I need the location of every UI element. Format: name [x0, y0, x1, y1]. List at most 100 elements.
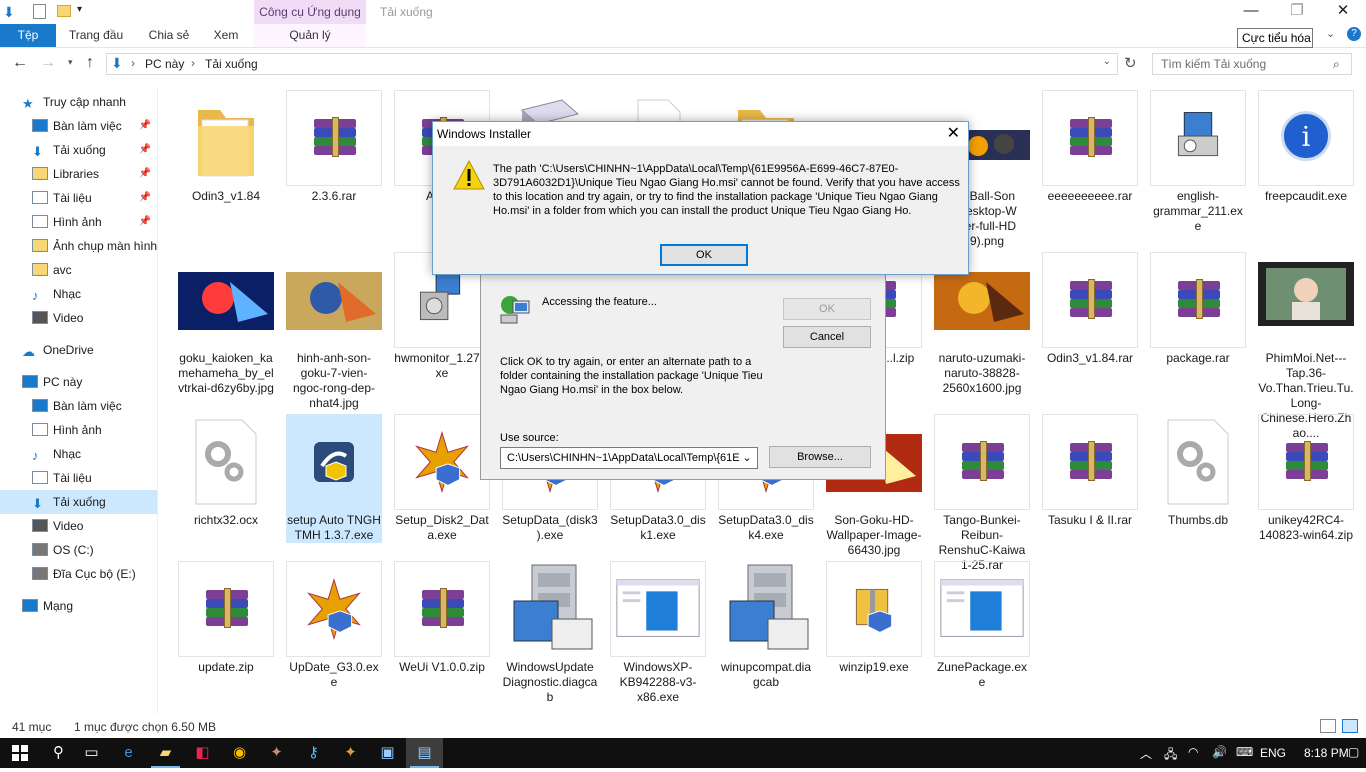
file-item[interactable]: winzip19.exe — [826, 561, 922, 675]
file-item[interactable]: WindowsXP-KB942288-v3-x86.exe — [610, 561, 706, 705]
breadcrumb-this-pc[interactable]: PC này — [145, 57, 184, 71]
game-2-icon[interactable]: ✦ — [332, 738, 369, 768]
ribbon-expand-icon[interactable]: ⌄ — [1326, 27, 1335, 40]
up-arrow-icon[interactable]: ↑ — [86, 54, 94, 72]
file-item[interactable]: setup Auto TNGH TMH 1.3.7.exe — [286, 414, 382, 543]
file-item[interactable]: Odin3_v1.84 — [178, 90, 274, 204]
sidebar-item[interactable]: avc — [0, 258, 157, 282]
chevron-right-icon[interactable]: › — [131, 56, 135, 70]
sidebar-item[interactable]: Mạng — [0, 594, 157, 618]
dialog-close-icon[interactable]: ✕ — [947, 124, 960, 144]
quick-access-download-icon[interactable]: ⬇ — [3, 4, 15, 21]
tab-home[interactable]: Trang đầu — [60, 24, 132, 47]
minimize-button[interactable]: — — [1228, 0, 1274, 24]
properties-icon[interactable] — [33, 4, 46, 19]
network-icon[interactable]: 🖧 — [1164, 745, 1177, 766]
task-view-icon[interactable]: ▭ — [73, 738, 110, 768]
sidebar-item[interactable]: Video — [0, 514, 157, 538]
sidebar-item[interactable]: Đĩa Cục bộ (E:) — [0, 562, 157, 586]
sidebar-item[interactable]: Tài liệu — [0, 466, 157, 490]
sidebar-item[interactable]: Bàn làm việc 📌 — [0, 114, 157, 138]
file-item[interactable]: hinh-anh-son-goku-7-vien-ngoc-rong-dep-n… — [286, 252, 382, 411]
installer-icon[interactable]: ▤ — [406, 738, 443, 768]
file-item[interactable]: Odin3_v1.84.rar — [1042, 252, 1138, 366]
chrome-icon[interactable]: ◉ — [221, 738, 258, 768]
browse-button[interactable]: Browse... — [769, 446, 871, 468]
sidebar-item[interactable]: Tài liệu 📌 — [0, 186, 157, 210]
tab-view[interactable]: Xem — [204, 24, 248, 47]
feature-cancel-button[interactable]: Cancel — [783, 326, 871, 348]
sidebar-item[interactable]: Hình ảnh — [0, 418, 157, 442]
customize-toolbar-icon[interactable]: ▾ — [77, 4, 82, 15]
address-dropdown-icon[interactable]: ⌄ — [1103, 56, 1111, 67]
sidebar-item[interactable]: ♪ Nhạc — [0, 442, 157, 466]
file-item[interactable]: UpDate_G3.0.exe — [286, 561, 382, 690]
windows-start-icon[interactable] — [0, 738, 40, 768]
tab-manage[interactable]: Quản lý — [275, 24, 345, 47]
tab-share[interactable]: Chia sẻ — [140, 24, 198, 47]
address-bar[interactable]: ⬇ › PC này › Tải xuống ⌄ — [106, 53, 1118, 75]
use-source-select[interactable]: C:\Users\CHINHN~1\AppData\Local\Temp\{61… — [500, 447, 758, 469]
refresh-icon[interactable]: ↻ — [1124, 54, 1137, 72]
chevron-up-icon[interactable]: ︿ — [1140, 745, 1152, 762]
close-button[interactable]: ✕ — [1320, 0, 1366, 24]
file-item[interactable]: Thumbs.db — [1150, 414, 1246, 528]
installer-ok-button[interactable]: OK — [660, 244, 748, 266]
file-item[interactable]: winupcompat.diagcab — [718, 561, 814, 690]
help-icon[interactable]: ? — [1347, 27, 1361, 41]
sidebar-item[interactable]: ⬇ Tải xuống 📌 — [0, 138, 157, 162]
search-icon[interactable]: ⌕ — [1333, 57, 1340, 72]
file-item[interactable]: 2.3.6.rar — [286, 90, 382, 204]
file-item[interactable]: WindowsUpdateDiagnostic.diagcab — [502, 561, 598, 705]
sidebar-item[interactable]: Hình ảnh 📌 — [0, 210, 157, 234]
key-app-icon[interactable]: ⚷ — [295, 738, 332, 768]
sidebar-item[interactable]: Ảnh chụp màn hình — [0, 234, 157, 258]
tab-file[interactable]: Tệp — [0, 24, 56, 47]
file-item[interactable]: english-grammar_211.exe — [1150, 90, 1246, 234]
search-input[interactable]: Tìm kiếm Tải xuống — [1152, 53, 1352, 75]
app-red-icon[interactable]: ◧ — [184, 738, 221, 768]
chevron-down-icon[interactable]: ⌄ — [740, 448, 754, 468]
sidebar-item[interactable]: ♪ Nhạc — [0, 282, 157, 306]
keyboard-icon[interactable]: ⌨ — [1236, 745, 1253, 759]
file-item[interactable]: goku_kaioken_kamehameha_by_elvtrkai-d6zy… — [178, 252, 274, 396]
edge-browser-icon[interactable]: e — [110, 738, 147, 768]
breadcrumb-downloads[interactable]: Tải xuống — [205, 57, 258, 71]
file-item[interactable]: WeUi V1.0.0.zip — [394, 561, 490, 675]
control-panel-icon[interactable]: ▣ — [369, 738, 406, 768]
chevron-right-icon[interactable]: › — [191, 56, 195, 70]
recent-locations-icon[interactable]: ▾ — [68, 57, 73, 68]
file-item[interactable]: ZunePackage.exe — [934, 561, 1030, 690]
sidebar-item[interactable]: Bàn làm việc — [0, 394, 157, 418]
volume-icon[interactable]: 🔊 — [1212, 745, 1227, 759]
clock[interactable]: 8:18 PM — [1304, 746, 1349, 760]
maximize-button[interactable]: ❐ — [1274, 0, 1320, 24]
sidebar-item[interactable]: Libraries 📌 — [0, 162, 157, 186]
sidebar-item[interactable]: ☁ OneDrive — [0, 338, 157, 362]
file-explorer-icon[interactable]: ▰ — [147, 738, 184, 768]
sidebar-item[interactable]: ⬇ Tải xuống — [0, 490, 157, 514]
search-icon[interactable]: ⚲ — [40, 738, 77, 768]
sidebar-item[interactable]: ★ Truy cập nhanh — [0, 90, 157, 114]
file-item[interactable]: unikey42RC4-140823-win64.zip — [1258, 414, 1354, 543]
sidebar-item[interactable]: OS (C:) — [0, 538, 157, 562]
details-view-icon[interactable] — [1320, 719, 1336, 733]
sidebar-item[interactable]: PC này — [0, 370, 157, 394]
feature-ok-button[interactable]: OK — [783, 298, 871, 320]
file-item[interactable]: PhimMoi.Net---Tap.36-Vo.Than.Trieu.Tu.Lo… — [1258, 252, 1354, 441]
file-item[interactable]: update.zip — [178, 561, 274, 675]
game-icon[interactable]: ✦ — [258, 738, 295, 768]
large-icons-view-icon[interactable] — [1342, 719, 1358, 733]
sidebar-item[interactable]: Video — [0, 306, 157, 330]
file-item[interactable]: i freepcaudit.exe — [1258, 90, 1354, 204]
file-item[interactable]: Tasuku I & II.rar — [1042, 414, 1138, 528]
file-item[interactable]: richtx32.ocx — [178, 414, 274, 528]
file-item[interactable]: eeeeeeeeee.rar — [1042, 90, 1138, 204]
wifi-icon[interactable]: ◠ — [1188, 745, 1198, 759]
back-arrow-icon[interactable]: ← — [12, 54, 28, 72]
file-item[interactable]: Setup_Disk2_Data.exe — [394, 414, 490, 543]
file-item[interactable]: package.rar — [1150, 252, 1246, 366]
language-indicator[interactable]: ENG — [1260, 746, 1286, 760]
forward-arrow-icon[interactable]: → — [40, 54, 56, 72]
new-folder-icon[interactable] — [57, 5, 71, 17]
